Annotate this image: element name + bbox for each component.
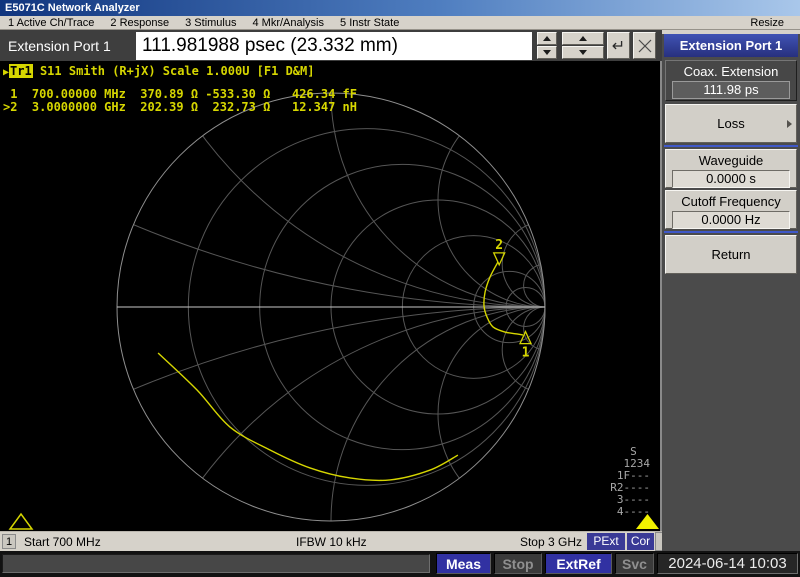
arrow-up-icon (579, 36, 587, 41)
port-extension-status: S 1234 1F--- R2---- 3---- 4---- (610, 446, 650, 518)
smith-chart: 12 (0, 61, 660, 531)
enter-icon: ↵ (612, 36, 625, 56)
spinner-fine (537, 32, 557, 59)
softkey-loss[interactable]: Loss (665, 104, 797, 143)
softkey-waveguide[interactable]: Waveguide 0.0000 s (665, 149, 797, 188)
smith-chart-area: 12 ▶Tr1 S11 Smith (R+jX) Scale 1.000U [F… (0, 61, 662, 531)
datetime: 2024-06-14 10:03 (657, 553, 798, 574)
trace-header: ▶Tr1 S11 Smith (R+jX) Scale 1.000U [F1 D… (3, 64, 314, 78)
entry-label: Extension Port 1 (0, 38, 136, 54)
status-extref: ExtRef (545, 553, 612, 574)
cutoff-frequency-value: 0.0000 Hz (672, 211, 790, 229)
stop-frequency-label: Stop 3 GHz (520, 535, 582, 549)
system-status-bar: Meas Stop ExtRef Svc 2024-06-14 10:03 (0, 551, 800, 577)
coax-extension-value: 111.98 ps (672, 81, 790, 99)
menu-resize[interactable]: Resize (750, 17, 784, 29)
instrument-screen: E5071C Network Analyzer 1 Active Ch/Trac… (0, 0, 800, 577)
channel-status-bar: 1 Start 700 MHz IFBW 10 kHz Stop 3 GHz P… (0, 531, 666, 551)
entry-toolbar: Extension Port 1 111.981988 psec (23.332… (0, 30, 662, 61)
menu-bar: 1 Active Ch/Trace 2 Response 3 Stimulus … (0, 16, 800, 30)
softkey-panel: Extension Port 1 Coax. Extension 111.98 … (662, 30, 800, 551)
menu-stimulus[interactable]: 3 Stimulus (185, 17, 236, 29)
softkey-coax-extension[interactable]: Coax. Extension 111.98 ps (665, 60, 797, 101)
status-meas: Meas (436, 553, 491, 574)
marker-2-readout: >2 3.0000000 GHz 202.39 Ω 232.73 Ω 12.34… (3, 101, 357, 114)
cor-badge: Cor (627, 533, 654, 550)
close-entry-button[interactable] (633, 32, 656, 59)
enter-button[interactable]: ↵ (607, 32, 630, 59)
submenu-arrow-icon (787, 120, 792, 128)
svg-text:2: 2 (495, 238, 503, 253)
ifbw-label: IFBW 10 kHz (296, 535, 367, 549)
softkey-return[interactable]: Return (665, 235, 797, 274)
softkey-label: Return (666, 236, 796, 273)
window-title: E5071C Network Analyzer (0, 2, 140, 14)
window-titlebar: E5071C Network Analyzer (0, 0, 800, 16)
arrow-down-icon (543, 50, 551, 55)
arrow-down-icon (579, 50, 587, 55)
softkey-cutoff-frequency[interactable]: Cutoff Frequency 0.0000 Hz (665, 190, 797, 229)
message-panel (2, 554, 430, 573)
status-svc: Svc (615, 553, 654, 574)
spin-down-coarse-button[interactable] (562, 46, 604, 59)
menu-instr-state[interactable]: 5 Instr State (340, 17, 399, 29)
channel-number: 1 (2, 534, 16, 549)
pext-badge: PExt (587, 533, 625, 550)
spin-down-fine-button[interactable] (537, 46, 557, 59)
softkey-label: Loss (666, 105, 796, 142)
menu-active-ch-trace[interactable]: 1 Active Ch/Trace (8, 17, 94, 29)
trace-badge: Tr1 (9, 64, 33, 78)
status-stop: Stop (494, 553, 542, 574)
spin-up-coarse-button[interactable] (562, 32, 604, 45)
softkey-separator (664, 231, 798, 233)
softkey-menu-title: Extension Port 1 (664, 34, 798, 57)
arrow-up-icon (543, 36, 551, 41)
softkey-separator (664, 145, 798, 147)
menu-response[interactable]: 2 Response (110, 17, 169, 29)
marker-readouts: 1 700.00000 MHz 370.89 Ω -533.30 Ω 426.3… (3, 88, 357, 114)
spinner-coarse (562, 32, 604, 59)
menu-mkr-analysis[interactable]: 4 Mkr/Analysis (252, 17, 324, 29)
softkey-label: Waveguide (666, 150, 796, 168)
softkey-label: Cutoff Frequency (666, 191, 796, 209)
trace-format-label: S11 Smith (R+jX) Scale 1.000U [F1 D&M] (33, 64, 315, 78)
close-icon (637, 38, 653, 54)
entry-input[interactable]: 111.981988 psec (23.332 mm) (136, 32, 532, 60)
start-frequency-label: Start 700 MHz (24, 535, 101, 549)
svg-text:1: 1 (522, 346, 530, 361)
softkey-label: Coax. Extension (666, 61, 796, 79)
spin-up-fine-button[interactable] (537, 32, 557, 45)
waveguide-value: 0.0000 s (672, 170, 790, 188)
